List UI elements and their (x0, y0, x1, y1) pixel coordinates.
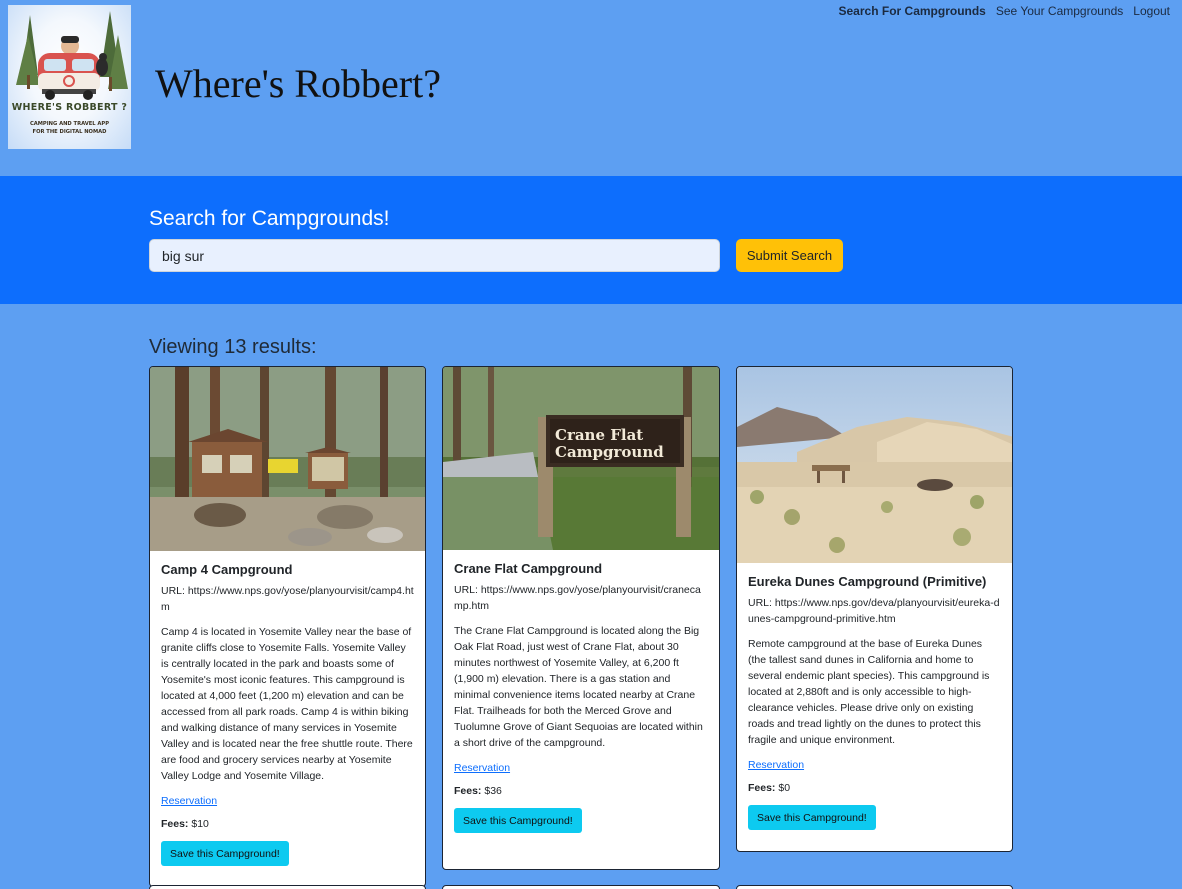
top-nav: Search For Campgrounds See Your Campgrou… (839, 4, 1171, 18)
campground-title: Camp 4 Campground (161, 562, 293, 577)
search-input[interactable] (149, 239, 720, 272)
campground-photo: Crane Flat Campground (443, 367, 719, 550)
search-heading: Search for Campgrounds! (149, 207, 390, 230)
nav-logout[interactable]: Logout (1133, 4, 1170, 18)
campground-photo (150, 367, 425, 551)
fees-label: Fees: (161, 818, 189, 830)
fees-value: $36 (484, 785, 502, 797)
header: WHERE'S ROBBERT ? CAMPING AND TRAVEL APP… (0, 0, 1182, 176)
campground-fees: Fees: $0 (748, 782, 1002, 794)
campground-photo (737, 367, 1012, 563)
save-campground-button[interactable]: Save this Campground! (748, 805, 876, 830)
nav-search-campgrounds[interactable]: Search For Campgrounds (839, 4, 986, 18)
logo-tagline-line1: CAMPING AND TRAVEL APP (29, 121, 110, 127)
save-campground-button[interactable]: Save this Campground! (454, 808, 582, 833)
logo-title: WHERE'S ROBBERT ? (11, 102, 128, 113)
campground-url: URL: https://www.nps.gov/yose/planyourvi… (454, 584, 701, 612)
site-title: Where's Robbert? (155, 61, 441, 106)
reservation-link[interactable]: Reservation (748, 759, 1002, 771)
fees-label: Fees: (454, 785, 482, 797)
campground-description: The Crane Flat Campground is located alo… (454, 625, 703, 749)
submit-search-button[interactable]: Submit Search (736, 239, 843, 272)
campground-title: Eureka Dunes Campground (Primitive) (748, 574, 987, 589)
app-logo[interactable]: WHERE'S ROBBERT ? CAMPING AND TRAVEL APP… (8, 5, 131, 149)
fees-value: $0 (778, 782, 791, 794)
campground-card: Crane Flat Campground Crane Flat Campgro… (442, 366, 720, 870)
campground-card-next (442, 885, 720, 889)
campground-url: URL: https://www.nps.gov/yose/planyourvi… (161, 585, 414, 613)
logo-tagline-line2: FOR THE DIGITAL NOMAD (32, 129, 107, 135)
reservation-link[interactable]: Reservation (161, 795, 415, 807)
van-illustration (16, 11, 128, 100)
campground-description: Camp 4 is located in Yosemite Valley nea… (161, 626, 413, 782)
search-section: Search for Campgrounds! Submit Search (0, 176, 1182, 304)
campground-url: URL: https://www.nps.gov/deva/planyourvi… (748, 597, 1000, 625)
sign-line-1: Crane Flat (555, 426, 643, 444)
results-count: Viewing 13 results: (149, 336, 317, 358)
nav-see-your-campgrounds[interactable]: See Your Campgrounds (996, 4, 1123, 18)
campground-description: Remote campground at the base of Eureka … (748, 638, 990, 746)
campground-fees: Fees: $36 (454, 785, 709, 797)
reservation-link[interactable]: Reservation (454, 762, 709, 774)
campground-card: Camp 4 Campground URL: https://www.nps.g… (149, 366, 426, 887)
campground-fees: Fees: $10 (161, 818, 415, 830)
campground-card-next (149, 885, 426, 889)
campground-title: Crane Flat Campground (454, 561, 603, 576)
save-campground-button[interactable]: Save this Campground! (161, 841, 289, 866)
campground-card: Eureka Dunes Campground (Primitive) URL:… (736, 366, 1013, 852)
fees-label: Fees: (748, 782, 776, 794)
campground-card-next (736, 885, 1013, 889)
sign-line-2: Campground (555, 443, 664, 461)
fees-value: $10 (191, 818, 209, 830)
